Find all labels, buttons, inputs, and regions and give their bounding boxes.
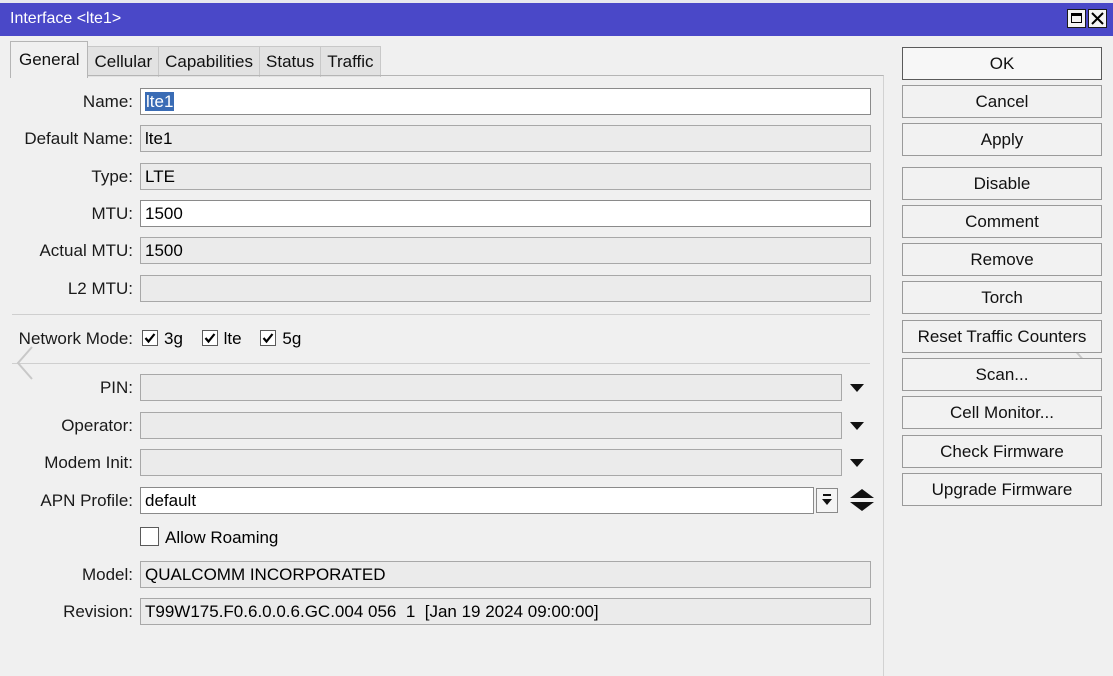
name-label: Name: [82,92,133,111]
actual-mtu-field: 1500 [140,237,871,264]
chevron-left-icon[interactable] [14,343,36,383]
upgrade-firmware-button[interactable]: Upgrade Firmware [902,473,1102,506]
checkmark-icon [263,332,274,343]
l2-mtu-field [140,275,871,302]
network-mode-options: 3g lte 5g [142,329,301,349]
network-mode-5g-label: 5g [282,329,302,348]
remove-button[interactable]: Remove [902,243,1102,276]
separator [12,314,870,315]
comment-button[interactable]: Comment [902,205,1102,238]
apn-profile-select[interactable]: default [140,487,814,514]
window-title: Interface <lte1> [10,10,122,27]
network-mode-3g-label: 3g [164,329,183,348]
actual-mtu-label: Actual MTU: [39,241,133,260]
tab-general[interactable]: General [10,41,89,78]
pin-label: PIN: [99,378,133,397]
interface-window: General Cellular Capabilities Status Tra… [0,36,1113,676]
name-value: lte1 [145,92,175,111]
maximize-button[interactable] [1067,9,1086,28]
network-mode-3g[interactable]: 3g [142,329,188,348]
operator-input[interactable] [140,412,842,439]
apn-dropdown-button[interactable] [816,488,838,513]
cancel-button[interactable]: Cancel [902,85,1102,118]
default-name-field: lte1 [140,125,871,152]
cell-monitor-button[interactable]: Cell Monitor... [902,396,1102,429]
reset-traffic-counters-button[interactable]: Reset Traffic Counters [902,320,1102,353]
checkbox-lte[interactable] [201,329,218,346]
check-firmware-button[interactable]: Check Firmware [902,435,1102,468]
checkmark-icon [204,332,216,343]
mtu-input[interactable]: 1500 [140,200,871,227]
default-name-label: Default Name: [24,129,133,148]
revision-label: Revision: [63,602,133,621]
modem-init-input[interactable] [140,449,842,476]
modem-init-label: Modem Init: [44,453,133,472]
checkmark-icon [144,332,156,343]
dropdown-arrow-icon [822,494,832,505]
dropdown-arrow-icon[interactable] [849,418,865,434]
pin-input[interactable] [140,374,842,401]
tab-traffic[interactable]: Traffic [320,46,381,77]
type-field: LTE [140,163,871,190]
operator-label: Operator: [61,416,133,435]
name-input[interactable]: lte1 [140,88,871,115]
tab-capabilities[interactable]: Capabilities [158,46,261,77]
checkbox-5g[interactable] [260,329,277,346]
allow-roaming[interactable]: Allow Roaming [140,527,279,548]
apply-button[interactable]: Apply [902,123,1102,156]
checkbox-3g[interactable] [142,329,158,346]
disable-button[interactable]: Disable [902,167,1102,200]
allow-roaming-checkbox[interactable] [140,527,159,547]
scan-button[interactable]: Scan... [902,358,1102,391]
dropdown-arrow-icon[interactable] [849,380,865,396]
model-field: QUALCOMM INCORPORATED [140,561,871,588]
type-label: Type: [91,167,133,186]
revision-field: T99W175.F0.6.0.0.6.GC.004 056 1 [Jan 19 … [140,598,871,625]
dropdown-arrow-icon[interactable] [849,455,865,471]
mtu-label: MTU: [91,204,133,223]
allow-roaming-label: Allow Roaming [165,528,279,547]
network-mode-5g[interactable]: 5g [260,329,301,348]
torch-button[interactable]: Torch [902,281,1102,314]
separator [12,363,870,364]
up-down-arrows-icon[interactable] [847,487,877,513]
maximize-icon [1071,13,1082,23]
l2-mtu-label: L2 MTU: [67,279,133,298]
apn-profile-label: APN Profile: [40,491,133,510]
model-label: Model: [81,565,133,584]
network-mode-lte-label: lte [223,329,242,348]
tab-strip: General Cellular Capabilities Status Tra… [10,41,381,78]
tab-cellular[interactable]: Cellular [87,46,160,77]
tab-status[interactable]: Status [259,46,322,77]
ok-button[interactable]: OK [902,47,1102,80]
close-icon [1091,12,1104,25]
title-bar[interactable]: Interface <lte1> [0,0,1113,36]
close-button[interactable] [1088,9,1107,28]
network-mode-lte[interactable]: lte [201,329,247,348]
